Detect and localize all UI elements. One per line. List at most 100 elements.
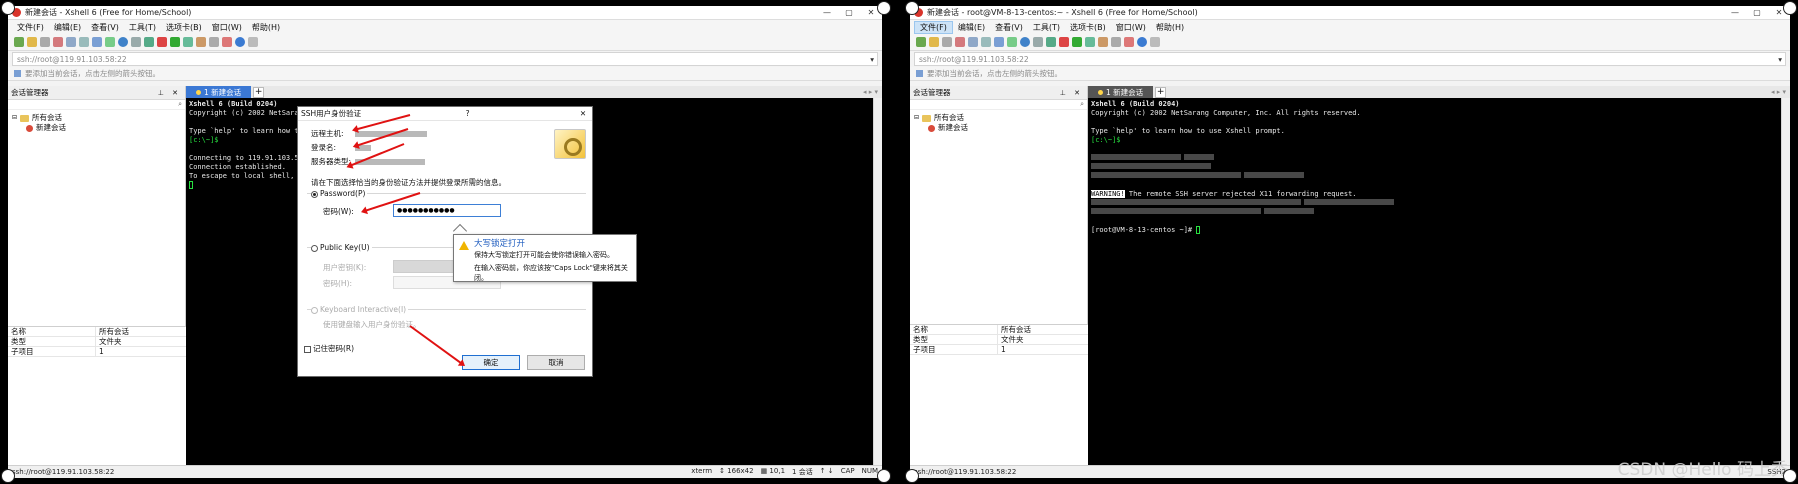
sidebar-search-icon[interactable]: ⌕: [8, 100, 185, 110]
lock-icon[interactable]: [1098, 37, 1108, 47]
xmanager-icon[interactable]: [170, 37, 180, 47]
cancel-button[interactable]: 取消: [527, 355, 585, 370]
address-dropdown-icon[interactable]: ▾: [870, 55, 877, 64]
prop-row: 名称 所有会话: [910, 325, 1088, 335]
menu-edit[interactable]: 编辑(E): [953, 22, 990, 33]
terminal-scrollbar[interactable]: [873, 98, 882, 465]
tab-new-session[interactable]: 1 新建会话: [186, 86, 252, 98]
compose-icon[interactable]: [222, 37, 232, 47]
menu-view[interactable]: 查看(V): [990, 22, 1028, 33]
corner-marker: [905, 1, 919, 15]
tree-item-all-sessions[interactable]: ⊟ 所有会话: [12, 113, 185, 123]
fullscreen-icon[interactable]: [1085, 37, 1095, 47]
reconnect-icon[interactable]: [942, 37, 952, 47]
menu-tools[interactable]: 工具(T): [1028, 22, 1065, 33]
menu-bar: 文件(F) 编辑(E) 查看(V) 工具(T) 选项卡(B) 窗口(W) 帮助(…: [8, 20, 882, 34]
menu-file[interactable]: 文件(F): [914, 20, 953, 34]
open-folder-icon[interactable]: [27, 37, 37, 47]
tree-item-new-session[interactable]: 新建会话: [914, 123, 1087, 133]
add-tab-button[interactable]: +: [1155, 87, 1167, 98]
dialog-close-button[interactable]: ✕: [574, 109, 592, 118]
address-bar[interactable]: ssh://root@119.91.103.58:22 ▾: [12, 52, 878, 66]
public-key-radio[interactable]: Public Key(U): [311, 243, 372, 252]
sidebar-search-icon[interactable]: ⌕: [910, 100, 1087, 110]
globe-icon[interactable]: [1020, 37, 1030, 47]
corner-marker: [1783, 469, 1797, 483]
open-folder-icon[interactable]: [929, 37, 939, 47]
status-connection: ssh://root@119.91.103.58:22: [12, 468, 115, 476]
find-icon[interactable]: [92, 37, 102, 47]
add-session-arrow-icon[interactable]: [916, 70, 923, 77]
menu-view[interactable]: 查看(V): [86, 22, 124, 33]
reconnect-icon[interactable]: [40, 37, 50, 47]
password-input[interactable]: ●●●●●●●●●●●: [393, 204, 501, 217]
help-icon[interactable]: [1137, 37, 1147, 47]
corner-marker: [1, 1, 15, 15]
font-icon[interactable]: [1033, 37, 1043, 47]
address-bar[interactable]: ssh://root@119.91.103.58:22 ▾: [914, 52, 1786, 66]
menu-file[interactable]: 文件(F): [12, 22, 49, 33]
toolbar: [8, 34, 882, 51]
menu-window[interactable]: 窗口(W): [1111, 22, 1151, 33]
tab-nav-arrows[interactable]: ◂ ▸ ▾: [1771, 88, 1790, 96]
pin-close-icons[interactable]: ⊥ ✕: [158, 89, 185, 97]
terminal-line: [c:\~]$: [1091, 136, 1121, 144]
xftp-icon[interactable]: [1059, 37, 1069, 47]
status-sessions: 1 会话: [792, 468, 813, 476]
menu-tabs[interactable]: 选项卡(B): [1065, 22, 1111, 33]
remember-password-checkbox[interactable]: 记住密码(R): [304, 343, 354, 354]
password-radio[interactable]: Password(P): [311, 189, 368, 198]
menu-help[interactable]: 帮助(H): [247, 22, 285, 33]
tab-new-session[interactable]: 1 新建会话: [1088, 86, 1154, 98]
globe-icon[interactable]: [118, 37, 128, 47]
xmanager-icon[interactable]: [1072, 37, 1082, 47]
pin-close-icons[interactable]: ⊥ ✕: [1060, 89, 1087, 97]
properties-icon[interactable]: [1007, 37, 1017, 47]
new-session-icon[interactable]: [916, 37, 926, 47]
chat-icon[interactable]: [1150, 37, 1160, 47]
fullscreen-icon[interactable]: [183, 37, 193, 47]
menu-tabs[interactable]: 选项卡(B): [161, 22, 207, 33]
minimize-button[interactable]: —: [1724, 8, 1746, 17]
keyboard-interactive-radio[interactable]: Keyboard Interactive(I): [311, 305, 409, 314]
keyboard-icon[interactable]: [209, 37, 219, 47]
hint-bar: 要添加当前会话，点击左侧的箭头按钮。: [8, 67, 882, 81]
add-tab-button[interactable]: +: [253, 87, 265, 98]
tab-nav-arrows[interactable]: ◂ ▸ ▾: [863, 88, 882, 96]
add-session-arrow-icon[interactable]: [14, 70, 21, 77]
terminal-scrollbar[interactable]: [1781, 98, 1790, 465]
disconnect-icon[interactable]: [955, 37, 965, 47]
script-icon[interactable]: [144, 37, 154, 47]
new-session-icon[interactable]: [14, 37, 24, 47]
tree-item-all-sessions[interactable]: ⊟ 所有会话: [914, 113, 1087, 123]
find-icon[interactable]: [994, 37, 1004, 47]
menu-edit[interactable]: 编辑(E): [49, 22, 86, 33]
disconnect-icon[interactable]: [53, 37, 63, 47]
paste-icon[interactable]: [981, 37, 991, 47]
terminal-right[interactable]: Xshell 6 (Build 0204) Copyright (c) 2002…: [1088, 98, 1781, 465]
menu-window[interactable]: 窗口(W): [207, 22, 247, 33]
chat-icon[interactable]: [248, 37, 258, 47]
keyboard-icon[interactable]: [1111, 37, 1121, 47]
properties-icon[interactable]: [105, 37, 115, 47]
minimize-button[interactable]: —: [816, 8, 838, 17]
address-dropdown-icon[interactable]: ▾: [1778, 55, 1785, 64]
lock-icon[interactable]: [196, 37, 206, 47]
compose-icon[interactable]: [1124, 37, 1134, 47]
help-icon[interactable]: [235, 37, 245, 47]
dialog-help-button[interactable]: ?: [459, 109, 477, 118]
menu-help[interactable]: 帮助(H): [1151, 22, 1189, 33]
tree-item-new-session[interactable]: 新建会话: [12, 123, 185, 133]
copy-icon[interactable]: [66, 37, 76, 47]
ok-button[interactable]: 确定: [462, 355, 520, 370]
paste-icon[interactable]: [79, 37, 89, 47]
copy-icon[interactable]: [968, 37, 978, 47]
maximize-button[interactable]: ▢: [838, 8, 860, 17]
keyboard-interactive-group: Keyboard Interactive(I) 使用键盘输入用户身份验证。: [307, 305, 586, 339]
tooltip-line2: 在输入密码前，你应该按"Caps Lock"键来将其关闭。: [474, 264, 628, 282]
font-icon[interactable]: [131, 37, 141, 47]
xftp-icon[interactable]: [157, 37, 167, 47]
menu-tools[interactable]: 工具(T): [124, 22, 161, 33]
script-icon[interactable]: [1046, 37, 1056, 47]
maximize-button[interactable]: ▢: [1746, 8, 1768, 17]
